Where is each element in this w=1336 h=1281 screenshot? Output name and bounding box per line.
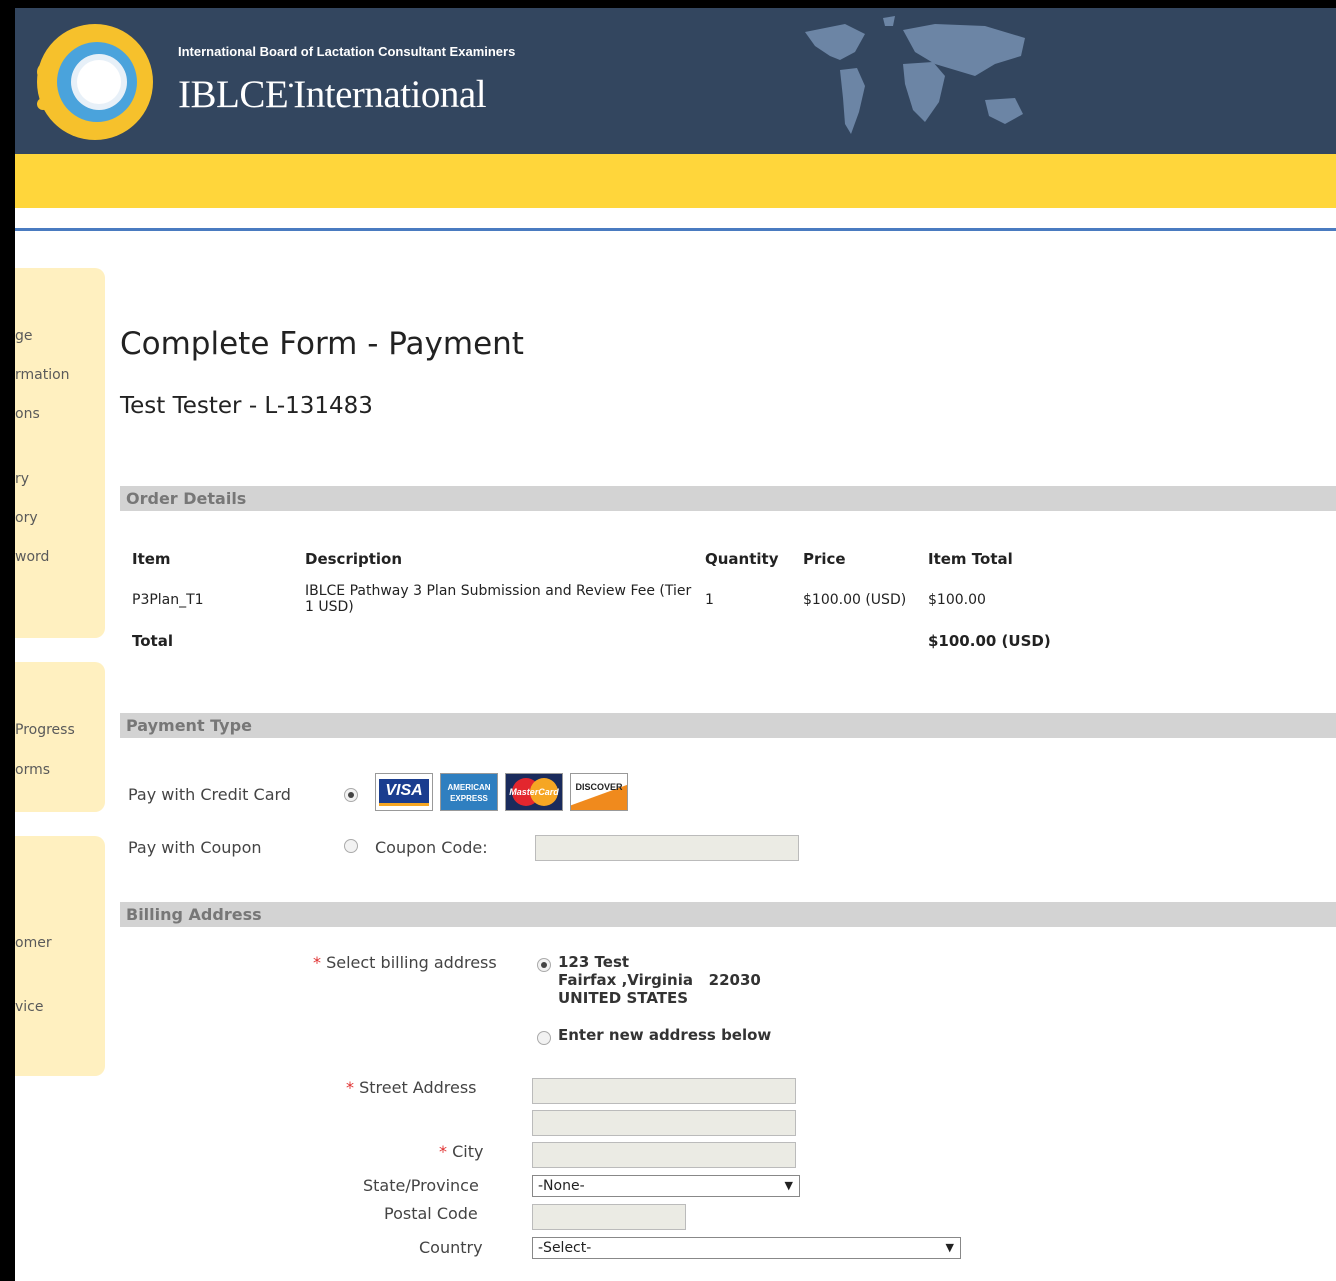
column-header-item-total: Item Total (928, 550, 1013, 568)
sidebar-item-10[interactable]: vice (15, 999, 44, 1015)
sidebar-item-7[interactable]: Progress (15, 722, 75, 738)
order-item-price: $100.00 (USD) (803, 592, 907, 608)
brand-name[interactable]: IBLCE•International (178, 72, 487, 117)
column-header-quantity: Quantity (705, 550, 779, 568)
country-select[interactable]: -Select- ▼ (532, 1237, 961, 1259)
page-title: Complete Form - Payment (120, 326, 524, 362)
sidebar-item-5[interactable]: ory (15, 510, 38, 526)
yellow-band (15, 154, 1336, 208)
site-header: International Board of Lactation Consult… (15, 8, 1336, 154)
saved-address-line1: 123 Test (558, 953, 630, 971)
city-label: * City (439, 1142, 483, 1161)
mastercard-label: MasterCard (509, 787, 559, 797)
saved-address-line2: Fairfax ,Virginia 22030 (558, 971, 761, 989)
applicant-name: Test Tester - L-131483 (120, 393, 373, 419)
new-address-label: Enter new address below (558, 1026, 772, 1044)
visa-card-icon: VISA (375, 773, 433, 811)
sidebar-panel-account (15, 268, 105, 638)
brand-dot: • (288, 78, 294, 95)
state-province-value: -None- (538, 1178, 585, 1194)
order-item-code: P3Plan_T1 (132, 592, 204, 608)
coupon-code-label: Coupon Code: (375, 838, 488, 857)
dropdown-arrow-icon: ▼ (945, 1241, 954, 1254)
saved-address-line3: UNITED STATES (558, 989, 689, 1007)
order-total-value: $100.00 (USD) (928, 632, 1051, 650)
accent-divider (15, 228, 1336, 231)
state-province-label: State/Province (363, 1176, 479, 1195)
page-frame: International Board of Lactation Consult… (15, 8, 1336, 1281)
street-address-line2-input[interactable] (532, 1110, 796, 1136)
select-billing-label: * Select billing address (313, 953, 497, 972)
sidebar-item-4[interactable]: ry (15, 471, 29, 487)
pay-credit-card-label: Pay with Credit Card (128, 785, 291, 804)
country-value: -Select- (538, 1240, 592, 1256)
discover-card-icon: DISCOVER (570, 773, 628, 811)
new-address-radio[interactable] (537, 1031, 551, 1045)
world-map-graphic (805, 16, 1025, 134)
iblce-logo[interactable] (25, 18, 161, 146)
visa-label: VISA (379, 779, 429, 806)
sidebar-item-9[interactable]: omer (15, 935, 52, 951)
order-item-quantity: 1 (705, 592, 714, 608)
saved-address-radio[interactable] (537, 958, 551, 972)
amex-card-icon: AMERICAN EXPRESS (440, 773, 498, 811)
brand-main: IBLCE (178, 73, 289, 116)
order-total-label: Total (132, 632, 173, 650)
pay-credit-card-radio[interactable] (344, 788, 358, 802)
sidebar-item-1[interactable]: ge (15, 328, 33, 344)
required-mark: * (346, 1078, 354, 1097)
sidebar-item-2[interactable]: rmation (15, 367, 70, 383)
billing-address-header: Billing Address (120, 902, 1336, 927)
state-province-select[interactable]: -None- ▼ (532, 1175, 800, 1197)
required-mark: * (313, 953, 321, 972)
street-address-line1-input[interactable] (532, 1078, 796, 1104)
sidebar-item-6[interactable]: word (15, 549, 49, 565)
pay-coupon-label: Pay with Coupon (128, 838, 262, 857)
city-text: City (452, 1142, 484, 1161)
saved-address: 123 Test Fairfax ,Virginia 22030 UNITED … (558, 953, 761, 1007)
order-details-header: Order Details (120, 486, 1336, 511)
required-mark: * (439, 1142, 447, 1161)
city-input[interactable] (532, 1142, 796, 1168)
payment-type-header: Payment Type (120, 713, 1336, 738)
column-header-price: Price (803, 550, 846, 568)
order-item-description: IBLCE Pathway 3 Plan Submission and Revi… (305, 583, 692, 615)
coupon-code-input[interactable] (535, 835, 799, 861)
order-item-total: $100.00 (928, 592, 986, 608)
postal-code-input[interactable] (532, 1204, 686, 1230)
sidebar-item-8[interactable]: orms (15, 762, 50, 778)
street-address-label: * Street Address (346, 1078, 477, 1097)
select-billing-text: Select billing address (326, 953, 497, 972)
amex-label: AMERICAN EXPRESS (447, 783, 491, 803)
org-name: International Board of Lactation Consult… (178, 44, 516, 59)
discover-label: DISCOVER (575, 782, 623, 792)
brand-suffix: International (293, 73, 487, 116)
dropdown-arrow-icon: ▼ (784, 1179, 793, 1192)
country-label: Country (419, 1238, 483, 1257)
street-address-text: Street Address (359, 1078, 477, 1097)
column-header-item: Item (132, 550, 171, 568)
mastercard-icon: MasterCard (505, 773, 563, 811)
pay-coupon-radio[interactable] (344, 839, 358, 853)
sidebar-panel-customer (15, 836, 105, 1076)
column-header-description: Description (305, 550, 403, 568)
postal-code-label: Postal Code (384, 1204, 478, 1223)
sidebar-item-3[interactable]: ons (15, 406, 40, 422)
